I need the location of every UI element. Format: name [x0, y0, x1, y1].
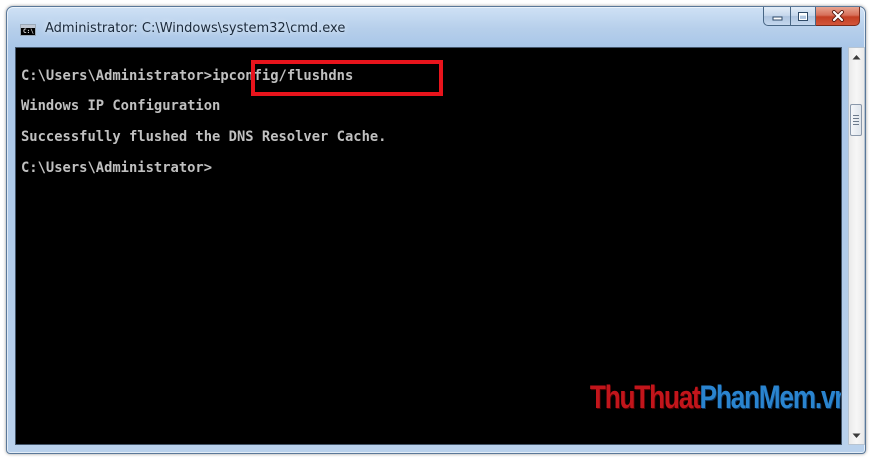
- title-bar[interactable]: C:\ Administrator: C:\Windows\system32\c…: [7, 7, 865, 49]
- maximize-icon: [798, 11, 808, 21]
- prompt-line: C:\Users\Administrator>: [21, 160, 213, 176]
- caption-buttons: [763, 7, 860, 27]
- window-title: Administrator: C:\Windows\system32\cmd.e…: [45, 21, 346, 36]
- output-line: Windows IP Configuration: [21, 98, 221, 114]
- grip-line: [853, 121, 859, 122]
- scroll-down-arrow-icon: [852, 433, 861, 438]
- minimize-icon: [772, 16, 782, 21]
- scroll-down-button[interactable]: [849, 427, 864, 444]
- minimize-button[interactable]: [763, 7, 790, 26]
- cmd-icon-glyph: C:\: [23, 28, 34, 35]
- scroll-thumb[interactable]: [850, 104, 862, 136]
- grip-line: [853, 115, 859, 116]
- prompt-text: C:\Users\Administrator>: [21, 68, 213, 84]
- cmd-icon[interactable]: C:\: [20, 24, 36, 36]
- cmd-window: C:\ Administrator: C:\Windows\system32\c…: [6, 6, 866, 454]
- watermark-part2: PhanMem.vn: [699, 379, 842, 415]
- output-line: Successfully flushed the DNS Resolver Ca…: [21, 129, 387, 145]
- close-icon: [831, 10, 844, 22]
- grip-line: [853, 118, 859, 119]
- maximize-button[interactable]: [790, 7, 816, 26]
- watermark-logo: ThuThuatPhanMem.vn: [589, 379, 842, 416]
- scroll-up-arrow-icon: [852, 54, 861, 59]
- scroll-up-button[interactable]: [849, 48, 864, 65]
- console-output[interactable]: C:\Users\Administrator>ipconfig/flushdns…: [15, 47, 842, 445]
- watermark-part1: ThuThuat: [589, 379, 701, 415]
- command-highlight-box: [251, 60, 443, 96]
- vertical-scrollbar[interactable]: [848, 47, 865, 445]
- grip-line: [853, 124, 859, 125]
- close-button[interactable]: [816, 7, 860, 26]
